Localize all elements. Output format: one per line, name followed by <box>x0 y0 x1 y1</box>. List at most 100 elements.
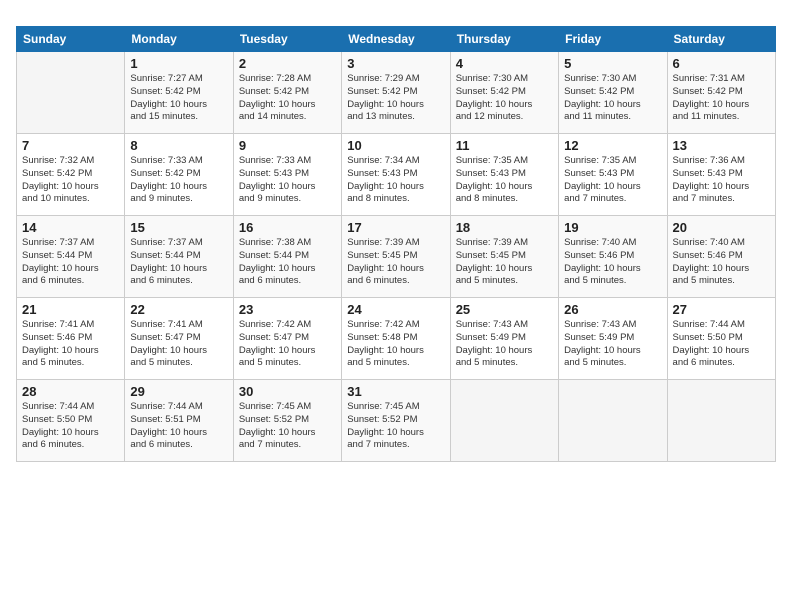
calendar-cell: 24 Sunrise: 7:42 AM Sunset: 5:48 PM Dayli… <box>342 298 450 380</box>
calendar-cell <box>559 380 667 462</box>
calendar-table: SundayMondayTuesdayWednesdayThursdayFrid… <box>16 26 776 462</box>
calendar-cell: 15 Sunrise: 7:37 AM Sunset: 5:44 PM Dayli… <box>125 216 233 298</box>
calendar-cell: 10 Sunrise: 7:34 AM Sunset: 5:43 PM Dayli… <box>342 134 450 216</box>
day-number: 27 <box>673 302 770 317</box>
day-number: 24 <box>347 302 444 317</box>
day-number: 6 <box>673 56 770 71</box>
calendar-cell: 11 Sunrise: 7:35 AM Sunset: 5:43 PM Dayli… <box>450 134 558 216</box>
calendar-cell: 20 Sunrise: 7:40 AM Sunset: 5:46 PM Dayli… <box>667 216 775 298</box>
day-number: 1 <box>130 56 227 71</box>
calendar-week-row: 21 Sunrise: 7:41 AM Sunset: 5:46 PM Dayli… <box>17 298 776 380</box>
calendar-cell: 25Sunrise: 7:43 AM Sunset: 5:49 PM Dayli… <box>450 298 558 380</box>
calendar-cell: 17 Sunrise: 7:39 AM Sunset: 5:45 PM Dayli… <box>342 216 450 298</box>
calendar-cell: 27 Sunrise: 7:44 AM Sunset: 5:50 PM Dayli… <box>667 298 775 380</box>
day-info: Sunrise: 7:35 AM Sunset: 5:43 PM Dayligh… <box>564 155 661 206</box>
day-info: Sunrise: 7:40 AM Sunset: 5:46 PM Dayligh… <box>673 237 770 288</box>
day-number: 22 <box>130 302 227 317</box>
day-number: 5 <box>564 56 661 71</box>
day-number: 20 <box>673 220 770 235</box>
day-info: Sunrise: 7:42 AM Sunset: 5:48 PM Dayligh… <box>347 319 444 370</box>
day-info: Sunrise: 7:33 AM Sunset: 5:43 PM Dayligh… <box>239 155 336 206</box>
day-number: 21 <box>22 302 119 317</box>
day-number: 19 <box>564 220 661 235</box>
day-number: 14 <box>22 220 119 235</box>
calendar-week-row: 28 Sunrise: 7:44 AM Sunset: 5:50 PM Dayli… <box>17 380 776 462</box>
day-info: Sunrise: 7:40 AM Sunset: 5:46 PM Dayligh… <box>564 237 661 288</box>
calendar-cell <box>667 380 775 462</box>
day-number: 28 <box>22 384 119 399</box>
day-number: 16 <box>239 220 336 235</box>
day-info: Sunrise: 7:31 AM Sunset: 5:42 PM Dayligh… <box>673 73 770 124</box>
day-info: Sunrise: 7:44 AM Sunset: 5:50 PM Dayligh… <box>673 319 770 370</box>
calendar-header-row: SundayMondayTuesdayWednesdayThursdayFrid… <box>17 27 776 52</box>
calendar-cell: 28 Sunrise: 7:44 AM Sunset: 5:50 PM Dayli… <box>17 380 125 462</box>
day-info: Sunrise: 7:41 AM Sunset: 5:46 PM Dayligh… <box>22 319 119 370</box>
calendar-cell: 26Sunrise: 7:43 AM Sunset: 5:49 PM Dayli… <box>559 298 667 380</box>
day-info: Sunrise: 7:39 AM Sunset: 5:45 PM Dayligh… <box>456 237 553 288</box>
day-info: Sunrise: 7:29 AM Sunset: 5:42 PM Dayligh… <box>347 73 444 124</box>
day-number: 15 <box>130 220 227 235</box>
calendar-week-row: 14 Sunrise: 7:37 AM Sunset: 5:44 PM Dayli… <box>17 216 776 298</box>
calendar-cell <box>450 380 558 462</box>
calendar-cell: 30 Sunrise: 7:45 AM Sunset: 5:52 PM Dayli… <box>233 380 341 462</box>
day-number: 17 <box>347 220 444 235</box>
calendar-cell: 22 Sunrise: 7:41 AM Sunset: 5:47 PM Dayli… <box>125 298 233 380</box>
calendar-cell: 16 Sunrise: 7:38 AM Sunset: 5:44 PM Dayli… <box>233 216 341 298</box>
day-number: 12 <box>564 138 661 153</box>
calendar-cell: 1 Sunrise: 7:27 AM Sunset: 5:42 PM Daylig… <box>125 52 233 134</box>
day-info: Sunrise: 7:45 AM Sunset: 5:52 PM Dayligh… <box>239 401 336 452</box>
column-header-tuesday: Tuesday <box>233 27 341 52</box>
day-number: 8 <box>130 138 227 153</box>
day-info: Sunrise: 7:35 AM Sunset: 5:43 PM Dayligh… <box>456 155 553 206</box>
calendar-cell: 21 Sunrise: 7:41 AM Sunset: 5:46 PM Dayli… <box>17 298 125 380</box>
day-number: 7 <box>22 138 119 153</box>
calendar-cell: 5 Sunrise: 7:30 AM Sunset: 5:42 PM Daylig… <box>559 52 667 134</box>
day-info: Sunrise: 7:39 AM Sunset: 5:45 PM Dayligh… <box>347 237 444 288</box>
calendar-cell: 2Sunrise: 7:28 AM Sunset: 5:42 PM Daylig… <box>233 52 341 134</box>
calendar-cell: 12 Sunrise: 7:35 AM Sunset: 5:43 PM Dayli… <box>559 134 667 216</box>
day-info: Sunrise: 7:43 AM Sunset: 5:49 PM Dayligh… <box>456 319 553 370</box>
calendar-cell <box>17 52 125 134</box>
calendar-cell: 8 Sunrise: 7:33 AM Sunset: 5:42 PM Daylig… <box>125 134 233 216</box>
day-number: 2 <box>239 56 336 71</box>
day-info: Sunrise: 7:41 AM Sunset: 5:47 PM Dayligh… <box>130 319 227 370</box>
day-info: Sunrise: 7:37 AM Sunset: 5:44 PM Dayligh… <box>130 237 227 288</box>
calendar-cell: 31 Sunrise: 7:45 AM Sunset: 5:52 PM Dayli… <box>342 380 450 462</box>
day-number: 23 <box>239 302 336 317</box>
day-info: Sunrise: 7:44 AM Sunset: 5:50 PM Dayligh… <box>22 401 119 452</box>
calendar-cell: 3 Sunrise: 7:29 AM Sunset: 5:42 PM Daylig… <box>342 52 450 134</box>
calendar-cell: 13Sunrise: 7:36 AM Sunset: 5:43 PM Dayli… <box>667 134 775 216</box>
day-info: Sunrise: 7:42 AM Sunset: 5:47 PM Dayligh… <box>239 319 336 370</box>
day-info: Sunrise: 7:38 AM Sunset: 5:44 PM Dayligh… <box>239 237 336 288</box>
day-info: Sunrise: 7:45 AM Sunset: 5:52 PM Dayligh… <box>347 401 444 452</box>
day-info: Sunrise: 7:32 AM Sunset: 5:42 PM Dayligh… <box>22 155 119 206</box>
day-number: 31 <box>347 384 444 399</box>
day-number: 11 <box>456 138 553 153</box>
day-info: Sunrise: 7:43 AM Sunset: 5:49 PM Dayligh… <box>564 319 661 370</box>
day-number: 13 <box>673 138 770 153</box>
page-container: General Blue SundayMondayTuesdayWednesda… <box>0 0 792 612</box>
column-header-saturday: Saturday <box>667 27 775 52</box>
day-number: 9 <box>239 138 336 153</box>
day-info: Sunrise: 7:33 AM Sunset: 5:42 PM Dayligh… <box>130 155 227 206</box>
day-number: 29 <box>130 384 227 399</box>
calendar-cell: 29 Sunrise: 7:44 AM Sunset: 5:51 PM Dayli… <box>125 380 233 462</box>
day-info: Sunrise: 7:30 AM Sunset: 5:42 PM Dayligh… <box>456 73 553 124</box>
day-number: 3 <box>347 56 444 71</box>
day-info: Sunrise: 7:34 AM Sunset: 5:43 PM Dayligh… <box>347 155 444 206</box>
calendar-week-row: 1 Sunrise: 7:27 AM Sunset: 5:42 PM Daylig… <box>17 52 776 134</box>
day-info: Sunrise: 7:37 AM Sunset: 5:44 PM Dayligh… <box>22 237 119 288</box>
column-header-friday: Friday <box>559 27 667 52</box>
day-number: 10 <box>347 138 444 153</box>
calendar-cell: 4 Sunrise: 7:30 AM Sunset: 5:42 PM Daylig… <box>450 52 558 134</box>
calendar-cell: 7 Sunrise: 7:32 AM Sunset: 5:42 PM Daylig… <box>17 134 125 216</box>
day-info: Sunrise: 7:30 AM Sunset: 5:42 PM Dayligh… <box>564 73 661 124</box>
day-number: 4 <box>456 56 553 71</box>
day-info: Sunrise: 7:44 AM Sunset: 5:51 PM Dayligh… <box>130 401 227 452</box>
day-number: 30 <box>239 384 336 399</box>
day-info: Sunrise: 7:27 AM Sunset: 5:42 PM Dayligh… <box>130 73 227 124</box>
calendar-week-row: 7 Sunrise: 7:32 AM Sunset: 5:42 PM Daylig… <box>17 134 776 216</box>
calendar-cell: 6 Sunrise: 7:31 AM Sunset: 5:42 PM Daylig… <box>667 52 775 134</box>
column-header-wednesday: Wednesday <box>342 27 450 52</box>
column-header-thursday: Thursday <box>450 27 558 52</box>
